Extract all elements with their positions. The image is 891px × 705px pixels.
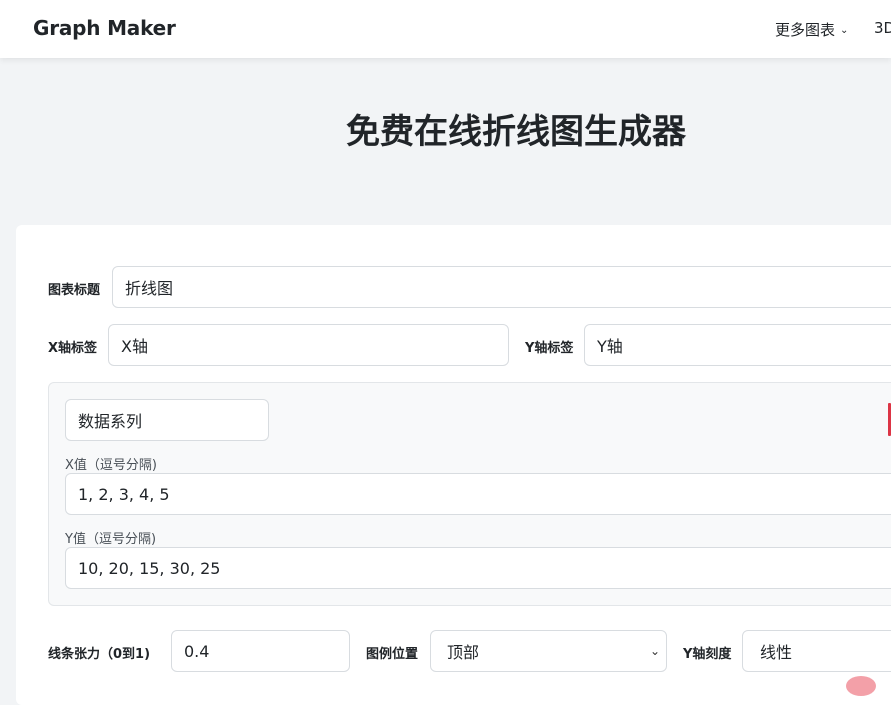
tension-value: 0.4 [184, 641, 210, 661]
more-charts-dropdown[interactable]: 更多图表 ⌄ [775, 19, 848, 40]
floating-widget[interactable] [846, 676, 876, 696]
tension-input[interactable]: 0.4 [171, 630, 350, 672]
y-axis-value: Y轴 [597, 337, 623, 356]
x-axis-value: X轴 [121, 337, 148, 356]
y-scale-label: Y轴刻度 [683, 647, 732, 662]
legend-position-select[interactable]: 顶部 ⌄ [430, 630, 667, 672]
tension-label: 线条张力（0到1) [48, 647, 151, 662]
x-values-value: 1, 2, 3, 4, 5 [78, 484, 170, 504]
brand-logo-text[interactable]: Graph Maker [33, 16, 176, 40]
chevron-down-icon: ⌄ [840, 25, 849, 36]
y-scale-select[interactable]: 线性 [742, 630, 891, 672]
chart-title-label: 图表标题 [48, 283, 101, 298]
series-name-value: 数据系列 [78, 412, 143, 431]
chart-title-value: 折线图 [125, 279, 174, 298]
chart-title-input[interactable]: 折线图 [112, 266, 891, 308]
y-scale-value: 线性 [760, 643, 793, 662]
legend-position-value: 顶部 [447, 643, 480, 662]
y-values-label: Y值（逗号分隔) [65, 532, 157, 547]
x-axis-input[interactable]: X轴 [108, 324, 509, 366]
y-values-value: 10, 20, 15, 30, 25 [78, 558, 221, 578]
chevron-down-icon: ⌄ [649, 644, 660, 658]
nav-item-3d[interactable]: 3D [874, 19, 891, 37]
y-values-input[interactable]: 10, 20, 15, 30, 25 [65, 547, 891, 589]
x-values-input[interactable]: 1, 2, 3, 4, 5 [65, 473, 891, 515]
legend-position-label: 图例位置 [366, 647, 419, 662]
top-navbar: Graph Maker 更多图表 ⌄ 3D [0, 0, 891, 58]
page-title: 免费在线折线图生成器 [346, 112, 686, 152]
more-charts-label: 更多图表 [775, 21, 836, 39]
y-axis-label: Y轴标签 [525, 341, 574, 356]
series-name-input[interactable]: 数据系列 [65, 399, 269, 441]
x-values-label: X值（逗号分隔) [65, 458, 157, 473]
y-axis-input[interactable]: Y轴 [584, 324, 891, 366]
x-axis-label: X轴标签 [48, 341, 98, 356]
